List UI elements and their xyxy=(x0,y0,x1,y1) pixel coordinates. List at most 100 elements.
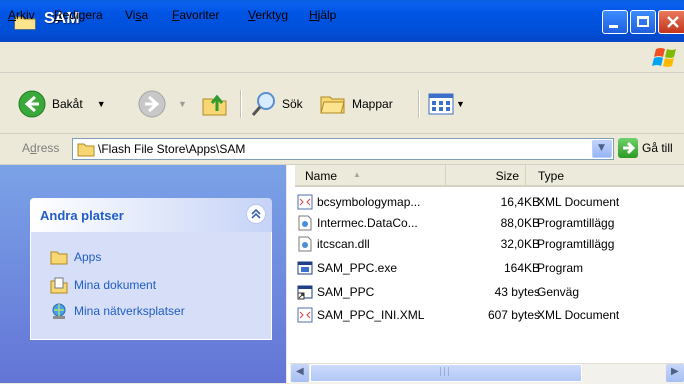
go-button[interactable] xyxy=(618,138,638,158)
menu-label: Vi xyxy=(125,8,136,22)
scroll-thumb[interactable]: ||| xyxy=(310,364,582,382)
place-my-documents[interactable]: Mina dokument xyxy=(50,276,156,294)
folders-icon xyxy=(320,96,345,114)
back-arrow-icon xyxy=(18,90,46,118)
place-label: Mina dokument xyxy=(74,278,157,292)
menu-label: H xyxy=(309,8,318,22)
column-header-label: Name xyxy=(305,169,338,183)
folders-button[interactable]: Mappar xyxy=(318,90,393,118)
menu-verktyg[interactable]: Verktyg xyxy=(248,8,288,22)
file-type: Programtillägg xyxy=(537,237,615,251)
place-apps[interactable]: Apps xyxy=(50,249,101,265)
file-row[interactable]: bcsymbologymap... 16,4KB XML Document xyxy=(295,192,684,213)
menu-hjalp[interactable]: Hjälp xyxy=(309,8,336,22)
grip-icon: ||| xyxy=(439,367,452,377)
documents-icon xyxy=(50,277,68,294)
forward-button[interactable]: ▼ xyxy=(138,90,187,118)
menu-bar xyxy=(0,42,684,73)
file-type: Programtillägg xyxy=(537,216,615,230)
address-label: Adress xyxy=(22,141,59,155)
close-icon xyxy=(667,16,679,28)
column-header-size[interactable]: Size xyxy=(445,165,525,187)
file-size: 32,0KB xyxy=(500,237,540,251)
exe-file-icon xyxy=(297,261,313,275)
windows-logo-icon xyxy=(652,48,676,67)
file-type: Genväg xyxy=(537,285,580,299)
go-label[interactable]: Gå till xyxy=(642,141,673,155)
scroll-left-button[interactable]: ◀ xyxy=(291,364,309,382)
shortcut-icon xyxy=(297,285,313,300)
toolbar-separator xyxy=(240,90,242,118)
place-label: Mina nätverksplatser xyxy=(74,304,185,318)
views-icon xyxy=(428,93,454,115)
xml-file-icon xyxy=(297,194,313,210)
chevron-down-icon: ▼ xyxy=(96,99,106,109)
menu-label: R xyxy=(54,8,63,22)
collapse-button[interactable] xyxy=(246,204,266,224)
column-header-label: Type xyxy=(538,169,565,183)
forward-arrow-icon xyxy=(138,90,166,118)
search-button[interactable]: Sök xyxy=(250,90,303,118)
maximize-icon xyxy=(637,16,649,27)
views-button[interactable]: ▼ xyxy=(428,93,465,115)
chevron-left-icon: ◀ xyxy=(296,366,304,377)
minimize-icon xyxy=(609,25,618,28)
address-dropdown-button[interactable]: ▼ xyxy=(592,140,612,158)
file-name: SAM_PPC xyxy=(317,285,375,299)
menu-label: avoriter xyxy=(179,8,220,22)
dll-file-icon xyxy=(298,236,312,252)
back-button[interactable]: Bakåt ▼ xyxy=(18,90,106,118)
file-size: 88,0KB xyxy=(500,216,540,230)
place-network[interactable]: Mina nätverksplatser xyxy=(50,302,185,320)
file-name: Intermec.DataCo... xyxy=(317,216,418,230)
menu-redigera[interactable]: Redigera xyxy=(54,8,103,22)
column-header-name[interactable]: Name ▲ xyxy=(295,165,445,187)
menu-label: A xyxy=(8,8,17,22)
menu-arkiv[interactable]: Arkiv xyxy=(8,8,35,22)
up-folder-icon xyxy=(202,94,227,116)
chevron-up-icon xyxy=(251,208,261,219)
file-name: bcsymbologymap... xyxy=(317,195,421,209)
address-label-text: A xyxy=(22,141,31,155)
menu-label: a xyxy=(141,8,149,22)
file-size: 43 bytes xyxy=(494,285,540,299)
file-name: itcscan.dll xyxy=(317,237,370,251)
folders-label: Mappar xyxy=(352,97,393,111)
up-folder-button[interactable] xyxy=(200,90,230,118)
network-icon xyxy=(52,303,66,319)
address-path: \Flash File Store\Apps\SAM xyxy=(98,142,246,156)
other-places-title: Andra platser xyxy=(40,208,124,223)
file-row[interactable]: SAM_PPC_INI.XML 607 bytes XML Document xyxy=(295,305,684,326)
close-button[interactable] xyxy=(658,10,684,34)
file-size: 607 bytes xyxy=(487,308,540,322)
file-type: XML Document xyxy=(537,308,620,322)
menu-favoriter[interactable]: Favoriter xyxy=(172,8,219,22)
menu-label: edigera xyxy=(62,8,103,22)
xml-file-icon xyxy=(297,307,313,323)
dll-file-icon xyxy=(298,215,312,231)
menu-visa[interactable]: Visa xyxy=(125,8,148,22)
column-header-type[interactable]: Type xyxy=(525,165,684,187)
chevron-down-icon: ▼ xyxy=(598,143,605,153)
folder-icon xyxy=(77,143,95,157)
maximize-button[interactable] xyxy=(630,10,656,34)
scroll-right-button[interactable]: ▶ xyxy=(666,364,684,382)
chevron-right-icon: ▶ xyxy=(671,366,679,377)
address-label-text: ress xyxy=(36,141,60,155)
minimize-button[interactable] xyxy=(602,10,628,34)
file-row[interactable]: itcscan.dll 32,0KB Programtillägg xyxy=(295,234,684,255)
address-label-text: d xyxy=(30,141,37,155)
back-label: Bakåt xyxy=(52,97,83,111)
search-label: Sök xyxy=(282,97,303,111)
file-row[interactable]: SAM_PPC 43 bytes Genväg xyxy=(295,282,684,303)
sort-ascending-icon: ▲ xyxy=(353,170,361,179)
file-type: Program xyxy=(537,261,584,275)
go-arrow-icon xyxy=(623,141,636,155)
file-row[interactable]: SAM_PPC.exe 164KB Program xyxy=(295,258,684,279)
search-icon xyxy=(251,92,275,116)
file-row[interactable]: Intermec.DataCo... 88,0KB Programtillägg xyxy=(295,213,684,234)
file-size: 16,4KB xyxy=(500,195,540,209)
file-type: XML Document xyxy=(537,195,620,209)
menu-label: erktyg xyxy=(255,8,289,22)
folder-icon xyxy=(50,251,68,265)
